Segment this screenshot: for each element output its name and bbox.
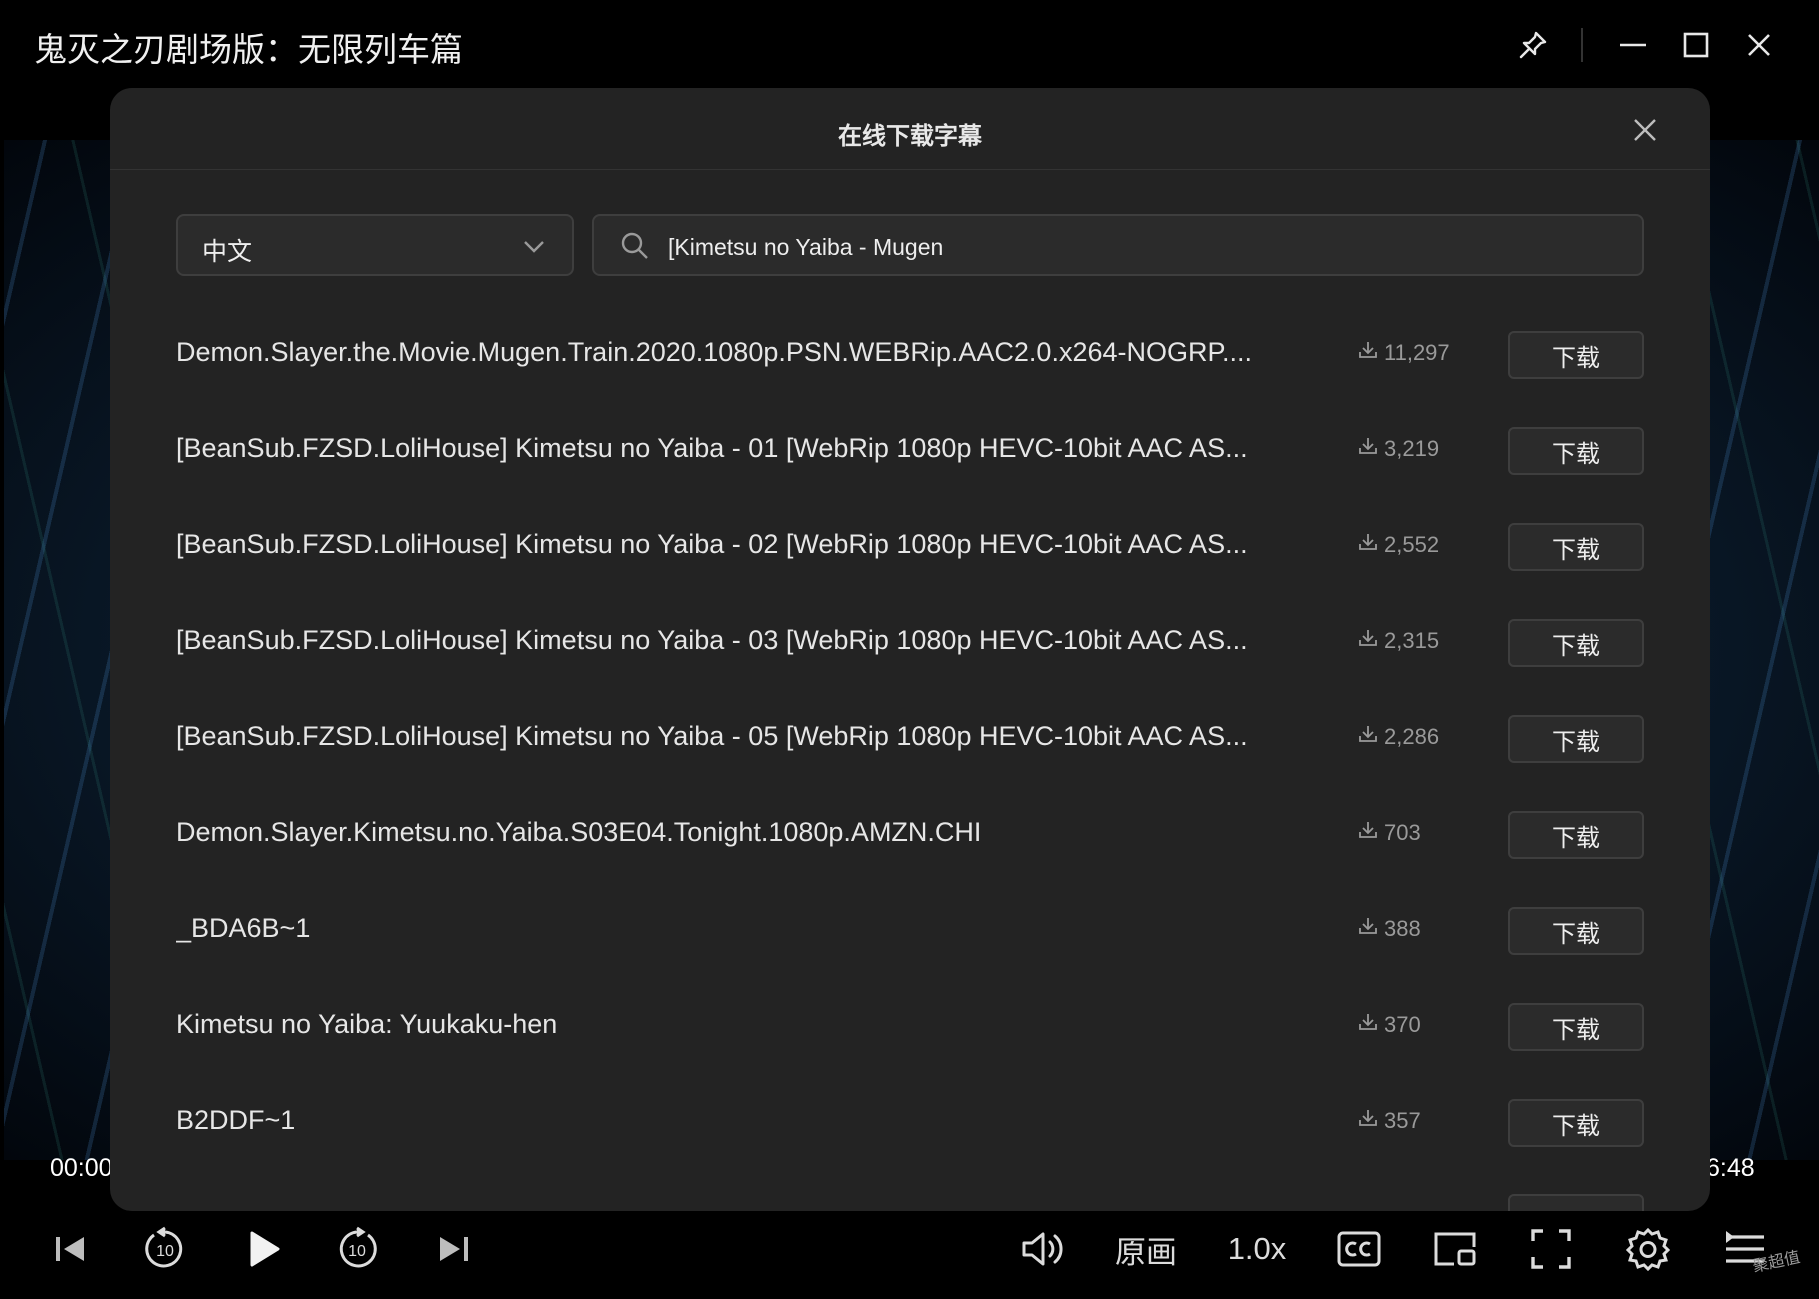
- time-total: 6:48: [1706, 1154, 1755, 1182]
- language-select[interactable]: 中文: [176, 214, 574, 276]
- forward-seconds: 10: [348, 1243, 366, 1260]
- download-button[interactable]: 下载: [1508, 715, 1644, 763]
- language-select-value: 中文: [202, 238, 253, 266]
- download-count-icon: [1358, 532, 1378, 558]
- title-bar: 鬼灭之刃剧场版：无限列车篇: [0, 0, 1819, 90]
- result-name: Demon.Slayer.the.Movie.Mugen.Train.2020.…: [176, 337, 1253, 367]
- download-count-value: 370: [1384, 1012, 1421, 1037]
- search-icon: [620, 231, 650, 266]
- forward-10-icon[interactable]: 10: [332, 1223, 382, 1275]
- play-icon[interactable]: [242, 1223, 286, 1275]
- result-name: [BeanSub.FZSD.LoliHouse] Kimetsu no Yaib…: [176, 625, 1248, 655]
- download-count-icon: [1358, 724, 1378, 750]
- download-count-icon: [1358, 1108, 1378, 1134]
- result-name: [BeanSub.FZSD.LoliHouse] Kimetsu no Yaib…: [176, 529, 1248, 559]
- result-row: [BeanSub.FZSD.LoliHouse] Kimetsu no Yaib…: [110, 404, 1710, 500]
- result-name: _BDA6B~1: [176, 913, 311, 943]
- quality-button[interactable]: 原画: [1108, 1223, 1184, 1275]
- player-controls: 10 10 原画 1.0x: [0, 1205, 1819, 1299]
- result-name: B2DDF~1: [176, 1105, 296, 1135]
- download-button[interactable]: 下载: [1508, 331, 1644, 379]
- download-count-icon: [1358, 916, 1378, 942]
- result-row: B2DDF~1 357 下载: [110, 1076, 1710, 1172]
- result-name: Kimetsu no Yaiba: Yuukaku-hen: [176, 1009, 558, 1039]
- cc-icon[interactable]: [1334, 1223, 1384, 1275]
- search-input[interactable]: [666, 226, 1620, 268]
- download-button[interactable]: 下载: [1508, 811, 1644, 859]
- download-count: 370: [1358, 1012, 1421, 1038]
- time-elapsed: 00:00: [50, 1154, 113, 1182]
- result-row: [BeanSub.FZSD.LoliHouse] Kimetsu no Yaib…: [110, 692, 1710, 788]
- window-title: 鬼灭之刃剧场版：无限列车篇: [34, 31, 463, 68]
- result-row-partial: [110, 1172, 1710, 1211]
- result-name: Demon.Slayer.Kimetsu.no.Yaiba.S03E04.Ton…: [176, 817, 982, 847]
- rewind-10-icon[interactable]: 10: [140, 1223, 190, 1275]
- download-button[interactable]: 下载: [1508, 1099, 1644, 1147]
- download-count-value: 3,219: [1384, 436, 1440, 461]
- download-count-value: 388: [1384, 916, 1421, 941]
- download-count-icon: [1358, 340, 1378, 366]
- download-count-icon: [1358, 1012, 1378, 1038]
- download-count-value: 703: [1384, 820, 1421, 845]
- download-button[interactable]: 下载: [1508, 427, 1644, 475]
- download-count-icon: [1358, 436, 1378, 462]
- download-count: 2,552: [1358, 532, 1439, 558]
- download-count: 3,219: [1358, 436, 1439, 462]
- dialog-header: 在线下载字幕: [110, 88, 1710, 170]
- search-box[interactable]: [592, 214, 1644, 276]
- download-count-value: 2,552: [1384, 532, 1440, 557]
- result-row: _BDA6B~1 388 下载: [110, 884, 1710, 980]
- pin-icon[interactable]: [1510, 22, 1556, 68]
- fullscreen-icon[interactable]: [1526, 1223, 1576, 1275]
- download-count-value: 11,297: [1384, 340, 1450, 365]
- result-row: Kimetsu no Yaiba: Yuukaku-hen 370 下载: [110, 980, 1710, 1076]
- download-count: 357: [1358, 1108, 1421, 1134]
- pip-icon[interactable]: [1430, 1223, 1480, 1275]
- download-count: 388: [1358, 916, 1421, 942]
- download-count: 11,297: [1358, 340, 1450, 366]
- download-button[interactable]: 下载: [1508, 907, 1644, 955]
- download-count-value: 2,315: [1384, 628, 1440, 653]
- download-count: 703: [1358, 820, 1421, 846]
- result-row: Demon.Slayer.the.Movie.Mugen.Train.2020.…: [110, 308, 1710, 404]
- download-button[interactable]: 下载: [1508, 619, 1644, 667]
- download-count-value: 2,286: [1384, 724, 1440, 749]
- dialog-title: 在线下载字幕: [838, 123, 982, 150]
- result-row: Demon.Slayer.Kimetsu.no.Yaiba.S03E04.Ton…: [110, 788, 1710, 884]
- download-count-icon: [1358, 628, 1378, 654]
- dialog-close-icon[interactable]: [1625, 110, 1665, 150]
- download-button[interactable]: 下载: [1508, 1003, 1644, 1051]
- result-name: [BeanSub.FZSD.LoliHouse] Kimetsu no Yaib…: [176, 433, 1248, 463]
- subtitle-download-dialog: 在线下载字幕 中文 Demon.Slayer.the.Movie.Mugen.T…: [110, 88, 1710, 1211]
- download-count-value: 357: [1384, 1108, 1421, 1133]
- skip-previous-icon[interactable]: [48, 1223, 92, 1275]
- result-name: [BeanSub.FZSD.LoliHouse] Kimetsu no Yaib…: [176, 721, 1248, 751]
- download-button[interactable]: [1508, 1194, 1644, 1211]
- title-bar-divider: [1581, 28, 1583, 62]
- skip-next-icon[interactable]: [432, 1223, 476, 1275]
- minimize-icon[interactable]: [1610, 22, 1656, 68]
- download-count: 2,315: [1358, 628, 1439, 654]
- chevron-down-icon: [522, 234, 546, 263]
- close-icon[interactable]: [1736, 22, 1782, 68]
- download-count: 2,286: [1358, 724, 1439, 750]
- results-list: Demon.Slayer.the.Movie.Mugen.Train.2020.…: [110, 308, 1710, 1211]
- rewind-seconds: 10: [156, 1243, 174, 1260]
- result-row: [BeanSub.FZSD.LoliHouse] Kimetsu no Yaib…: [110, 500, 1710, 596]
- result-row: [BeanSub.FZSD.LoliHouse] Kimetsu no Yaib…: [110, 596, 1710, 692]
- settings-icon[interactable]: [1622, 1223, 1674, 1275]
- download-count-icon: [1358, 820, 1378, 846]
- speed-button[interactable]: 1.0x: [1220, 1223, 1294, 1275]
- maximize-icon[interactable]: [1673, 22, 1719, 68]
- volume-icon[interactable]: [1016, 1223, 1070, 1275]
- download-button[interactable]: 下载: [1508, 523, 1644, 571]
